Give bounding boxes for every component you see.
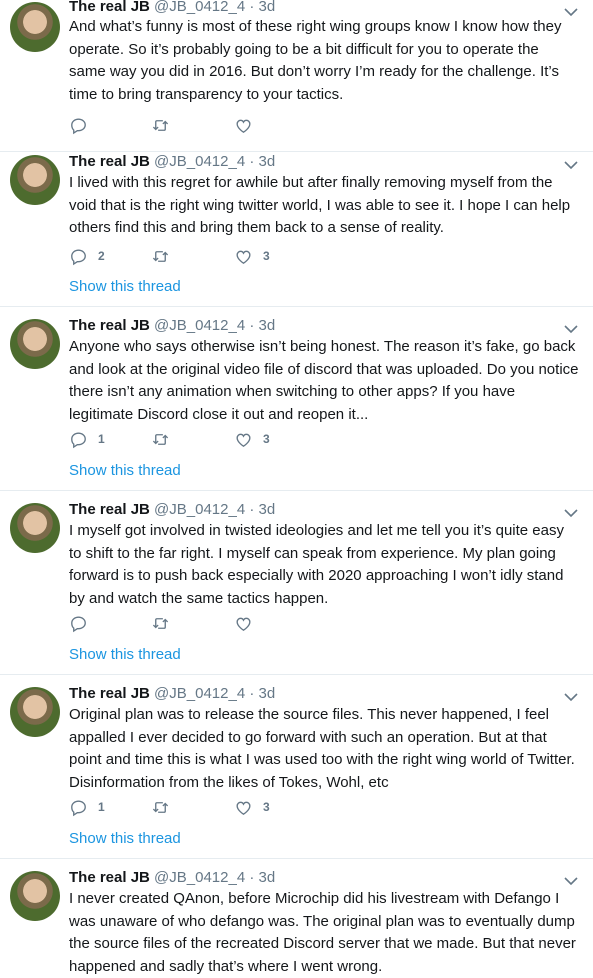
tweet[interactable]: The real JB @JB_0412_4 · 3d Anyone who s…: [0, 306, 593, 491]
author-name[interactable]: The real JB: [69, 501, 150, 518]
show-thread-link[interactable]: Show this thread: [69, 645, 181, 665]
avatar[interactable]: [10, 871, 60, 921]
tweet[interactable]: The real JB @JB_0412_4 · 3d I lived with…: [0, 151, 593, 307]
retweet-button[interactable]: [151, 796, 170, 818]
like-icon: [236, 617, 251, 631]
tweet[interactable]: The real JB @JB_0412_4 · 3d Original pla…: [0, 674, 593, 859]
tweet-header: The real JB @JB_0412_4 · 3d: [69, 501, 276, 518]
tweet-header: The real JB @JB_0412_4 · 3d: [69, 317, 276, 334]
retweet-icon: [152, 433, 169, 445]
tweet-text: And what’s funny is most of these right …: [69, 18, 562, 103]
tweet-header: The real JB @JB_0412_4 · 3d: [69, 0, 276, 15]
like-icon: [236, 801, 251, 815]
author-handle[interactable]: @JB_0412_4: [154, 869, 245, 886]
reply-icon: [71, 615, 86, 632]
retweet-button[interactable]: [151, 114, 170, 136]
reply-count: 2: [98, 249, 105, 263]
tweet-text: I never created QAnon, before Microchip …: [69, 890, 576, 975]
chevron-down-icon[interactable]: [563, 321, 579, 337]
avatar[interactable]: [10, 503, 60, 553]
avatar[interactable]: [10, 319, 60, 369]
timestamp[interactable]: 3d: [259, 869, 276, 886]
author-handle[interactable]: @JB_0412_4: [154, 501, 245, 518]
tweet-header: The real JB @JB_0412_4 · 3d: [69, 153, 276, 170]
retweet-icon: [152, 801, 169, 813]
chevron-down-icon[interactable]: [563, 157, 579, 173]
reply-button[interactable]: 1: [69, 428, 105, 450]
like-button[interactable]: 3: [234, 245, 270, 267]
author-handle[interactable]: @JB_0412_4: [154, 0, 245, 15]
tweet-header: The real JB @JB_0412_4 · 3d: [69, 869, 276, 886]
like-count: 3: [263, 800, 270, 814]
timestamp[interactable]: 3d: [259, 317, 276, 334]
reply-count: 1: [98, 432, 105, 446]
like-button[interactable]: 3: [234, 796, 270, 818]
reply-button[interactable]: [69, 114, 98, 136]
show-thread-link[interactable]: Show this thread: [69, 461, 181, 481]
reply-button[interactable]: [69, 612, 98, 634]
like-count: 3: [263, 432, 270, 446]
author-name[interactable]: The real JB: [69, 317, 150, 334]
like-count: 3: [263, 249, 270, 263]
reply-icon: [71, 248, 86, 265]
retweet-button[interactable]: [151, 428, 170, 450]
author-name[interactable]: The real JB: [69, 0, 150, 15]
tweet[interactable]: The real JB @JB_0412_4 · 3d I myself got…: [0, 490, 593, 675]
timestamp[interactable]: 3d: [259, 685, 276, 702]
retweet-button[interactable]: [151, 612, 170, 634]
tweet-text: Original plan was to release the source …: [69, 706, 575, 791]
timestamp[interactable]: 3d: [259, 153, 276, 170]
author-name[interactable]: The real JB: [69, 869, 150, 886]
avatar[interactable]: [10, 687, 60, 737]
author-handle[interactable]: @JB_0412_4: [154, 153, 245, 170]
reply-count: 1: [98, 800, 105, 814]
chevron-down-icon[interactable]: [563, 873, 579, 889]
tweet[interactable]: The real JB @JB_0412_4 · 3d I never crea…: [0, 858, 593, 975]
author-handle[interactable]: @JB_0412_4: [154, 317, 245, 334]
chevron-down-icon[interactable]: [563, 689, 579, 705]
timestamp[interactable]: 3d: [259, 0, 276, 15]
like-button[interactable]: [234, 612, 263, 634]
chevron-down-icon[interactable]: [563, 505, 579, 521]
reply-icon: [71, 431, 86, 448]
retweet-icon: [152, 617, 169, 629]
retweet-icon: [152, 250, 169, 262]
tweet-header: The real JB @JB_0412_4 · 3d: [69, 685, 276, 702]
like-icon: [236, 250, 251, 264]
tweet-text: I myself got involved in twisted ideolog…: [69, 522, 564, 607]
show-thread-link[interactable]: Show this thread: [69, 829, 181, 849]
timestamp[interactable]: 3d: [259, 501, 276, 518]
retweet-button[interactable]: [151, 245, 170, 267]
like-button[interactable]: 3: [234, 428, 270, 450]
author-handle[interactable]: @JB_0412_4: [154, 685, 245, 702]
like-icon: [236, 119, 251, 133]
like-button[interactable]: [234, 114, 263, 136]
tweet-text: I lived with this regret for awhile but …: [69, 174, 571, 236]
avatar[interactable]: [10, 2, 60, 52]
tweet-text: Anyone who says otherwise isn’t being ho…: [69, 338, 579, 423]
show-thread-link[interactable]: Show this thread: [69, 277, 181, 297]
author-name[interactable]: The real JB: [69, 685, 150, 702]
reply-icon: [71, 117, 86, 134]
reply-button[interactable]: 2: [69, 245, 105, 267]
tweet[interactable]: The real JB @JB_0412_4 · 3d And what’s f…: [0, 0, 593, 152]
reply-icon: [71, 799, 86, 816]
retweet-icon: [152, 119, 169, 131]
reply-button[interactable]: 1: [69, 796, 105, 818]
like-icon: [236, 433, 251, 447]
avatar[interactable]: [10, 155, 60, 205]
author-name[interactable]: The real JB: [69, 153, 150, 170]
